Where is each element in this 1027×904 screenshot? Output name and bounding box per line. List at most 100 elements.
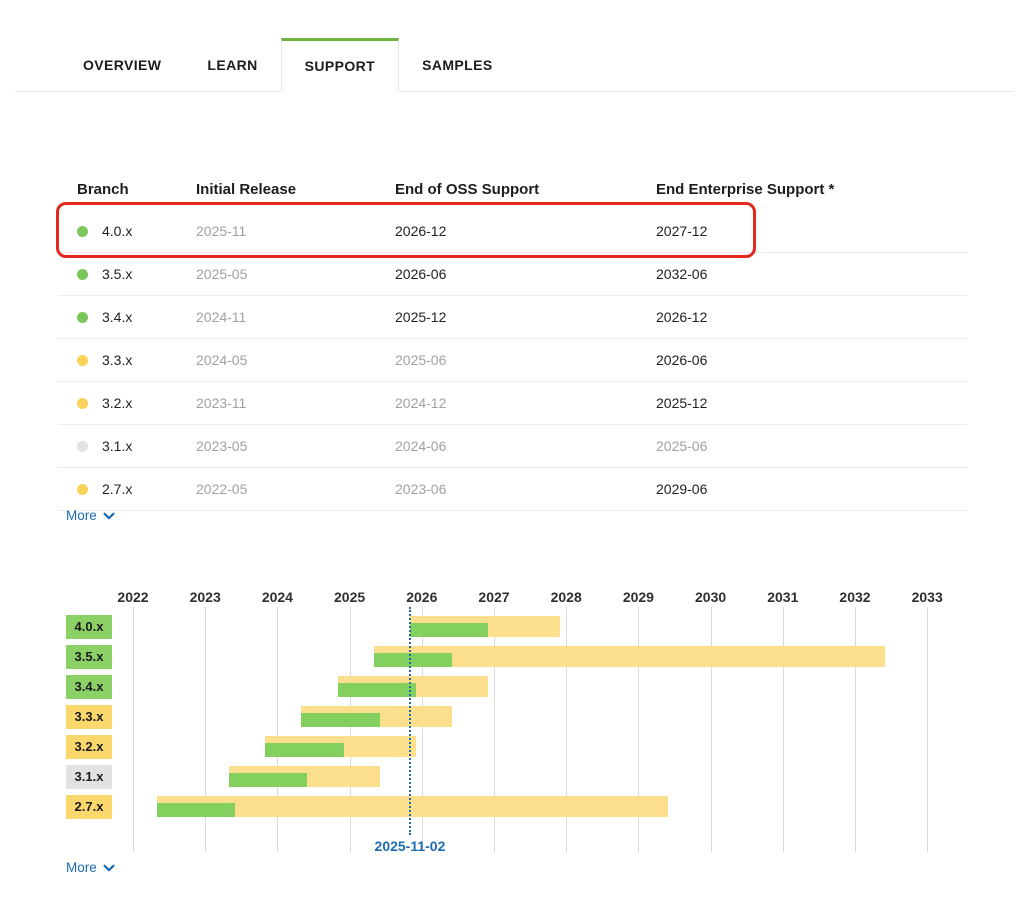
chart-gridline	[277, 607, 278, 852]
table-more-link[interactable]: More	[66, 507, 116, 523]
branch-cell: 3.4.x	[58, 309, 186, 325]
year-tick-label: 2025	[314, 589, 386, 605]
initial-release-cell: 2023-11	[186, 395, 385, 411]
chart-gridline	[638, 607, 639, 852]
year-tick-label: 2031	[747, 589, 819, 605]
current-date-line	[409, 607, 411, 835]
support-table-header: Branch Initial Release End of OSS Suppor…	[58, 168, 967, 210]
chart-gridline	[566, 607, 567, 852]
status-dot-yellow	[77, 484, 88, 495]
tab-learn[interactable]: LEARN	[184, 38, 280, 91]
year-tick-label: 2033	[891, 589, 963, 605]
chart-gridline	[422, 607, 423, 852]
enterprise-end-cell: 2026-06	[646, 352, 967, 368]
enterprise-end-cell: 2025-12	[646, 395, 967, 411]
table-row: 4.0.x2025-112026-122027-12	[58, 210, 967, 253]
oss-support-bar	[265, 743, 343, 757]
support-table-body: 4.0.x2025-112026-122027-123.5.x2025-0520…	[58, 210, 967, 511]
year-tick-label: 2028	[530, 589, 602, 605]
branch-cell: 3.3.x	[58, 352, 186, 368]
year-tick-label: 2027	[458, 589, 530, 605]
year-tick-label: 2032	[819, 589, 891, 605]
chart-gridline	[927, 607, 928, 852]
header-enterprise-end: End Enterprise Support *	[646, 181, 967, 198]
table-row: 3.1.x2023-052024-062025-06	[58, 425, 967, 468]
branch-label: 3.1.x	[102, 438, 132, 454]
enterprise-end-cell: 2029-06	[646, 481, 967, 497]
chart-branch-label: 3.5.x	[66, 645, 112, 669]
tab-support[interactable]: SUPPORT	[281, 38, 399, 92]
enterprise-support-bar	[265, 736, 415, 757]
table-row: 3.4.x2024-112025-122026-12	[58, 296, 967, 339]
year-tick-label: 2024	[241, 589, 313, 605]
enterprise-end-cell: 2032-06	[646, 266, 967, 282]
branch-label: 3.3.x	[102, 352, 132, 368]
table-row: 3.3.x 2024-052025-062026-06	[58, 339, 967, 382]
oss-end-cell: 2024-06	[385, 438, 646, 454]
support-table-section: Branch Initial Release End of OSS Suppor…	[58, 168, 967, 511]
oss-end-cell: 2026-12	[385, 223, 646, 239]
project-tabs: OVERVIEWLEARNSUPPORTSAMPLES	[15, 38, 1012, 92]
chart-branch-label: 3.3.x	[66, 705, 112, 729]
chart-gridline	[133, 607, 134, 852]
chart-branch-label: 2.7.x	[66, 795, 112, 819]
enterprise-support-bar	[157, 796, 668, 817]
initial-release-cell: 2025-11	[186, 223, 385, 239]
year-tick-label: 2029	[602, 589, 674, 605]
status-dot-yellow	[77, 355, 88, 366]
initial-release-cell: 2024-05	[186, 352, 385, 368]
table-row: 3.5.x 2025-052026-062032-06	[58, 253, 967, 296]
chart-gridline	[855, 607, 856, 852]
oss-support-bar	[410, 623, 488, 637]
branch-cell: 2.7.x	[58, 481, 186, 497]
status-dot-green	[77, 226, 88, 237]
branch-cell: 3.5.x	[58, 266, 186, 282]
branch-cell: 3.2.x	[58, 395, 186, 411]
chart-gridline	[494, 607, 495, 852]
chart-gridline	[711, 607, 712, 852]
oss-support-bar	[301, 713, 379, 727]
chart-more-link[interactable]: More	[66, 859, 116, 875]
status-dot-gray	[77, 441, 88, 452]
branch-cell: 3.1.x	[58, 438, 186, 454]
year-tick-label: 2030	[675, 589, 747, 605]
table-row: 3.2.x 2023-112024-122025-12	[58, 382, 967, 425]
oss-end-cell: 2026-06	[385, 266, 646, 282]
table-more-label: More	[66, 508, 97, 523]
initial-release-cell: 2025-05	[186, 266, 385, 282]
enterprise-end-cell: 2025-06	[646, 438, 967, 454]
tab-overview[interactable]: OVERVIEW	[60, 38, 184, 91]
project-support-page: OVERVIEWLEARNSUPPORTSAMPLES Branch Initi…	[0, 0, 1027, 904]
branch-cell: 4.0.x	[58, 223, 186, 239]
enterprise-support-bar	[374, 646, 885, 667]
oss-support-bar	[338, 683, 416, 697]
chart-branch-label: 3.1.x	[66, 765, 112, 789]
branch-label: 2.7.x	[102, 481, 132, 497]
year-tick-label: 2023	[169, 589, 241, 605]
tab-samples[interactable]: SAMPLES	[399, 38, 515, 91]
branch-label: 3.5.x	[102, 266, 132, 282]
oss-support-bar	[157, 803, 235, 817]
oss-support-bar	[229, 773, 307, 787]
oss-end-cell: 2025-12	[385, 309, 646, 325]
chart-branch-label: 3.2.x	[66, 735, 112, 759]
branch-label: 3.2.x	[102, 395, 132, 411]
chevron-down-icon	[102, 507, 116, 523]
enterprise-end-cell: 2026-12	[646, 309, 967, 325]
oss-end-cell: 2024-12	[385, 395, 646, 411]
branch-label: 3.4.x	[102, 309, 132, 325]
status-dot-green	[77, 312, 88, 323]
table-row: 2.7.x2022-052023-062029-06	[58, 468, 967, 511]
current-date-label: 2025-11-02	[350, 838, 470, 854]
oss-end-cell: 2025-06	[385, 352, 646, 368]
chart-gridline	[783, 607, 784, 852]
chart-more-label: More	[66, 860, 97, 875]
chart-branch-label: 3.4.x	[66, 675, 112, 699]
enterprise-end-cell: 2027-12	[646, 223, 967, 239]
initial-release-cell: 2022-05	[186, 481, 385, 497]
year-tick-label: 2022	[97, 589, 169, 605]
chevron-down-icon	[102, 859, 116, 875]
chart-gridline	[205, 607, 206, 852]
oss-support-bar	[374, 653, 452, 667]
status-dot-green	[77, 269, 88, 280]
